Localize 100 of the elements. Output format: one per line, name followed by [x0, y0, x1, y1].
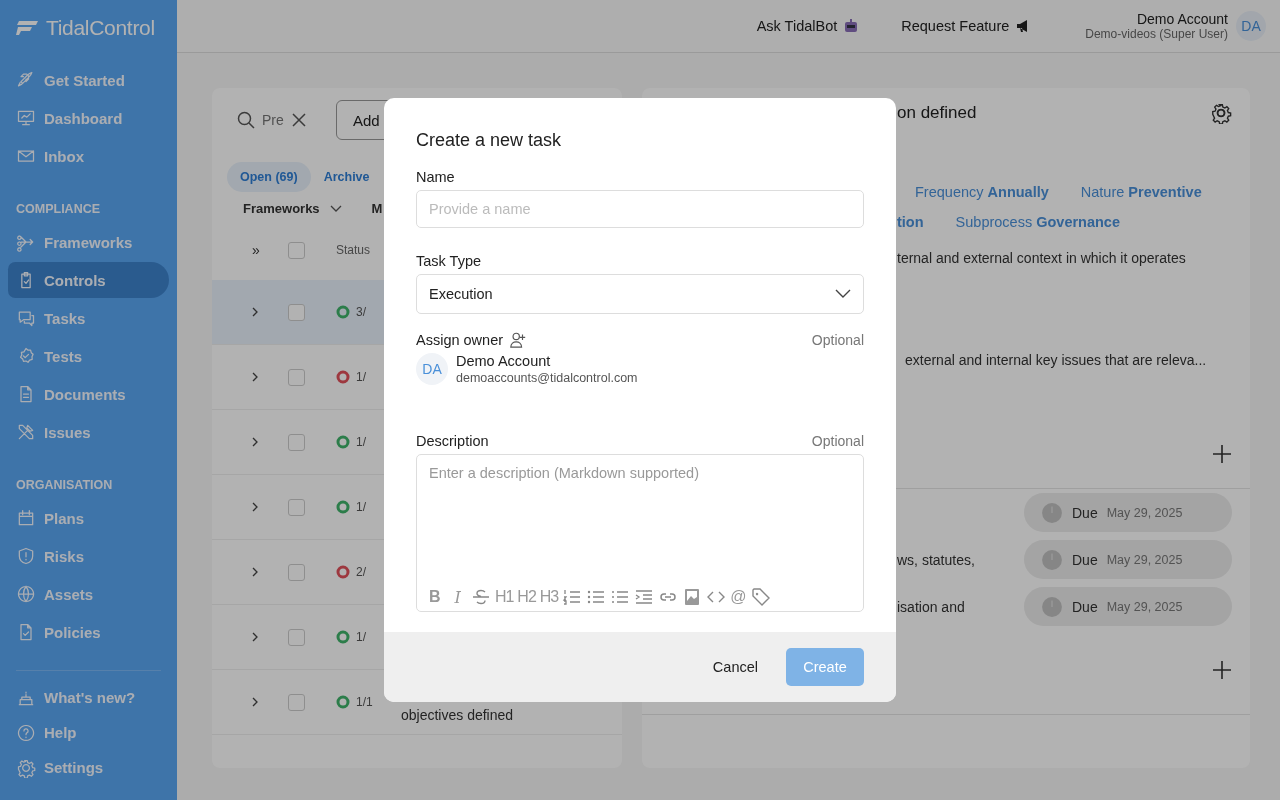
property-tag: Subprocess Governance — [955, 214, 1120, 230]
clock-icon — [1041, 548, 1063, 571]
mention-button[interactable]: @ — [730, 588, 747, 606]
nav-icon — [16, 757, 36, 778]
settings-icon[interactable] — [1210, 102, 1232, 124]
logo[interactable]: TidalControl — [8, 14, 169, 40]
sidebar-item[interactable]: Inbox — [8, 138, 169, 174]
sidebar-item[interactable]: Assets — [8, 576, 169, 612]
row-checkbox[interactable] — [288, 498, 305, 516]
sidebar-item[interactable]: Documents — [8, 376, 169, 412]
status-tab[interactable]: Archive — [310, 162, 383, 192]
row-checkbox[interactable] — [288, 563, 305, 581]
row-checkbox[interactable] — [288, 628, 305, 646]
chevron-right-icon[interactable] — [252, 632, 258, 642]
user-avatar[interactable]: DA — [1236, 11, 1266, 41]
select-all-checkbox[interactable] — [288, 241, 305, 259]
heading-button[interactable]: H1 — [494, 588, 514, 606]
request-feature-link[interactable]: Request Feature — [901, 18, 1032, 34]
ask-bot-link[interactable]: Ask TidalBot — [756, 18, 860, 34]
sidebar-item[interactable]: Tasks — [8, 300, 169, 336]
sidebar-item[interactable]: Help — [8, 716, 169, 749]
chevron-right-icon[interactable] — [252, 437, 258, 447]
owner-avatar: DA — [416, 353, 448, 385]
sidebar-item[interactable]: Get Started — [8, 62, 169, 98]
strikethrough-icon[interactable] — [470, 587, 491, 607]
section-heading: ORGANISATION — [15, 478, 114, 492]
user-role: Demo-videos (Super User) — [1085, 27, 1228, 41]
description-text: ternal and external context in which it operates — [897, 250, 1187, 266]
nav-icon — [16, 108, 36, 128]
numbered-list-icon[interactable] — [562, 587, 583, 607]
chevron-right-icon[interactable] — [252, 372, 258, 382]
chevron-right-icon[interactable] — [252, 567, 258, 577]
chevron-right-icon[interactable] — [252, 502, 258, 512]
control-title: objectives defined — [401, 706, 514, 723]
search-input[interactable]: Pre — [262, 112, 286, 128]
nav-icon — [16, 508, 36, 528]
sidebar-item[interactable]: Settings — [8, 751, 169, 784]
status-count: 1/ — [356, 630, 366, 644]
nav-icon — [16, 422, 36, 442]
search-field[interactable]: Pre — [236, 101, 322, 139]
row-checkbox[interactable] — [288, 368, 305, 386]
clear-icon[interactable] — [292, 113, 306, 127]
sidebar-item[interactable]: Policies — [8, 614, 169, 650]
clock-icon — [1041, 501, 1063, 524]
status-count: 2/ — [356, 565, 366, 579]
add-icon[interactable] — [1212, 444, 1232, 464]
status-count: 1/ — [356, 435, 366, 449]
expand-all-toggle[interactable]: » — [236, 242, 288, 258]
user-name: Demo Account — [1136, 11, 1228, 27]
status-count: 1/ — [356, 370, 366, 384]
task-text: isation and — [897, 598, 965, 615]
heading-button[interactable]: H3 — [539, 588, 559, 606]
property-tag: tion — [897, 214, 924, 230]
frameworks-filter[interactable]: Frameworks — [243, 201, 342, 216]
bold-button[interactable]: B — [429, 588, 441, 606]
sidebar-item[interactable]: What's new? — [8, 681, 169, 714]
control-title: on defined — [897, 103, 977, 123]
add-user-icon[interactable] — [509, 331, 528, 349]
section-heading: COMPLIANCE — [15, 202, 102, 216]
editor-placeholder: Enter a description (Markdown supported) — [429, 465, 700, 481]
owner-name: Demo Account — [456, 353, 552, 369]
row-checkbox[interactable] — [288, 433, 305, 451]
name-input-field[interactable]: Provide a name — [416, 190, 864, 228]
clock-icon — [1041, 595, 1063, 618]
dialog-title: Create a new task — [416, 130, 563, 151]
status-tab[interactable]: Open (69) — [227, 162, 311, 192]
task-type-select[interactable]: Execution — [416, 274, 864, 314]
property-tag: Nature Preventive — [1080, 184, 1202, 200]
heading-button[interactable]: H2 — [517, 588, 536, 606]
chevron-right-icon[interactable] — [252, 697, 258, 707]
quote-list-icon[interactable] — [634, 587, 655, 607]
column-header: Status — [336, 243, 372, 257]
row-checkbox[interactable] — [288, 693, 305, 711]
sidebar-item[interactable]: Tests — [8, 338, 169, 374]
field-label: Description — [416, 433, 489, 449]
row-checkbox[interactable] — [288, 303, 305, 321]
add-icon[interactable] — [1212, 660, 1232, 680]
description-editor[interactable]: Enter a description (Markdown supported) B I H1 H2 H3 @ — [416, 454, 864, 612]
filter-dropdown[interactable]: M — [371, 201, 383, 216]
chevron-right-icon[interactable] — [252, 307, 258, 317]
due-date-pill: Due May 29, 2025 — [1024, 493, 1232, 532]
field-label: Assign owner — [416, 332, 504, 348]
tag-icon[interactable] — [750, 587, 771, 607]
italic-button[interactable]: I — [454, 587, 461, 607]
task-text: ws, statutes, — [897, 551, 975, 568]
cancel-button[interactable]: Cancel — [706, 658, 764, 676]
sidebar-item[interactable]: Controls — [8, 262, 169, 298]
sidebar-item[interactable]: Dashboard — [8, 100, 169, 136]
sidebar-item[interactable]: Risks — [8, 538, 169, 574]
logo-icon — [16, 19, 40, 37]
owner-email: demoaccounts@tidalcontrol.com — [456, 371, 638, 385]
description-text: external and internal key issues that are releva... — [904, 352, 1208, 368]
optional-hint: Optional — [811, 332, 864, 348]
sidebar-item[interactable]: Issues — [8, 414, 169, 450]
robot-icon — [843, 18, 860, 34]
sidebar-item[interactable]: Frameworks — [8, 224, 169, 260]
field-label: Task Type — [416, 253, 483, 269]
sidebar-item[interactable]: Plans — [8, 500, 169, 536]
nav-icon — [16, 584, 36, 604]
status-count: 1/ — [356, 500, 366, 514]
